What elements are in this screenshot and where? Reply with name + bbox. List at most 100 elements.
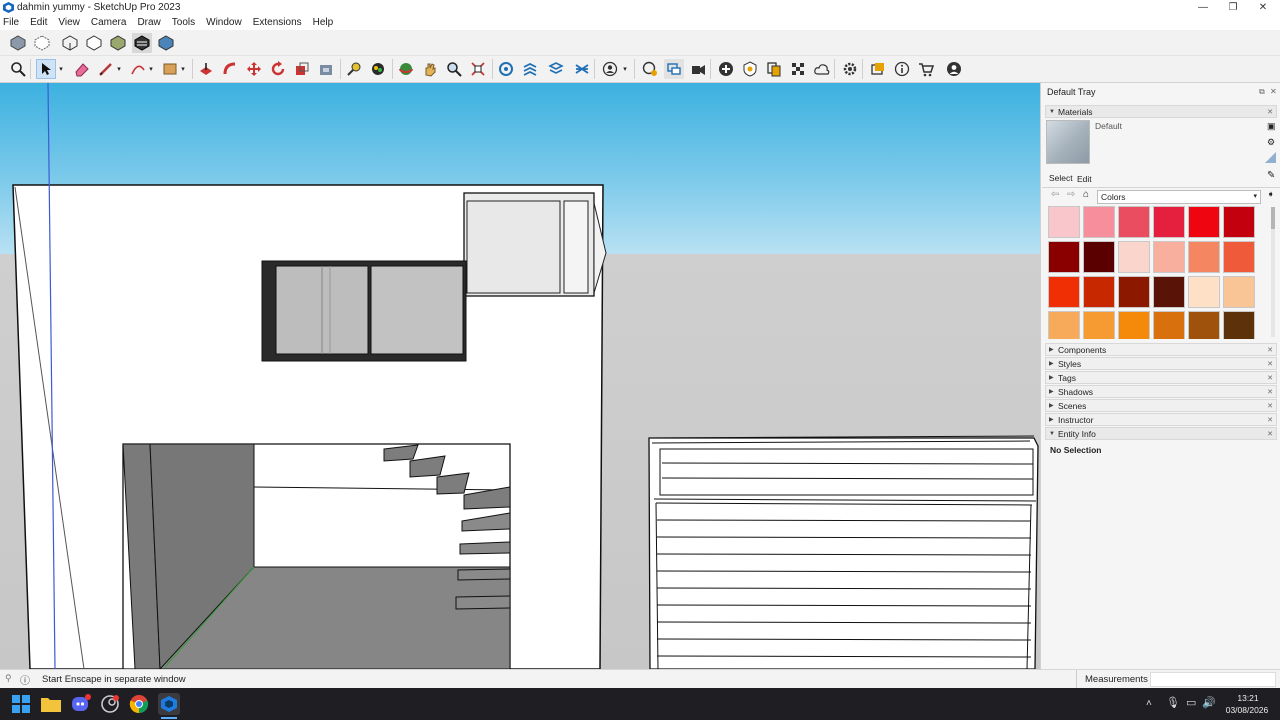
account-icon[interactable] — [600, 59, 620, 79]
back-arrow-icon[interactable]: ⇦ — [1051, 189, 1059, 200]
material-swatch[interactable] — [1118, 241, 1150, 273]
close-icon[interactable]: ✕ — [1267, 402, 1273, 410]
material-swatch[interactable] — [1048, 206, 1080, 238]
measurements-input[interactable] — [1150, 672, 1276, 687]
cloud-upload-icon[interactable] — [812, 59, 832, 79]
steam-icon[interactable] — [99, 693, 121, 715]
material-swatch[interactable] — [1048, 311, 1080, 339]
material-swatch[interactable] — [1188, 206, 1220, 238]
menu-edit[interactable]: Edit — [30, 17, 47, 28]
material-swatch[interactable] — [1223, 311, 1255, 339]
close-button[interactable]: ✕ — [1248, 0, 1278, 15]
close-icon[interactable]: ✕ — [1267, 416, 1273, 424]
tape-measure-icon[interactable] — [344, 59, 364, 79]
material-editor-icon[interactable] — [764, 59, 784, 79]
chevron-down-icon[interactable]: ▾ — [146, 59, 156, 79]
video-editor-icon[interactable] — [688, 59, 708, 79]
chevron-down-icon[interactable]: ▾ — [114, 59, 124, 79]
material-swatch[interactable] — [1048, 241, 1080, 273]
chevron-down-icon[interactable]: ▾ — [178, 59, 188, 79]
clock-date[interactable]: 03/08/2026 — [1222, 705, 1272, 715]
material-swatch[interactable] — [1083, 241, 1115, 273]
shaded-textures-icon[interactable] — [132, 33, 152, 53]
sample-paint-icon[interactable] — [1265, 152, 1276, 163]
line-tool-icon[interactable] — [96, 59, 116, 79]
material-swatch[interactable] — [1153, 206, 1185, 238]
settings-gear-icon[interactable] — [840, 59, 860, 79]
material-swatch[interactable] — [1153, 311, 1185, 339]
sketchup-taskbar-icon[interactable] — [158, 693, 180, 715]
tags-section[interactable]: ▶ Tags ✕ — [1045, 371, 1277, 384]
wireframe-icon[interactable] — [60, 33, 80, 53]
info-circle-icon[interactable]: ⓘ — [20, 672, 30, 687]
close-icon[interactable]: ✕ — [1267, 374, 1273, 382]
material-swatch[interactable] — [1118, 311, 1150, 339]
styles-section[interactable]: ▶ Styles ✕ — [1045, 357, 1277, 370]
home-icon[interactable]: ⌂ — [1083, 189, 1089, 200]
volume-icon[interactable]: 🔊 — [1202, 696, 1216, 709]
menu-camera[interactable]: Camera — [91, 17, 127, 28]
material-swatch[interactable] — [1153, 241, 1185, 273]
hidden-line-icon[interactable] — [84, 33, 104, 53]
scale-tool-icon[interactable] — [292, 59, 312, 79]
microphone-icon[interactable]: 🎙 — [1166, 696, 1180, 709]
clock-time[interactable]: 13:21 — [1226, 693, 1270, 703]
maximize-button[interactable]: ❐ — [1218, 0, 1248, 15]
follow-me-icon[interactable] — [220, 59, 240, 79]
windows-start-icon[interactable] — [10, 693, 32, 715]
tab-edit[interactable]: Edit — [1077, 174, 1092, 184]
orbit-icon[interactable] — [396, 59, 416, 79]
material-swatch[interactable] — [1048, 276, 1080, 308]
eyedropper-icon[interactable]: ✎ — [1267, 170, 1275, 181]
create-material-icon[interactable]: ▣ — [1267, 121, 1276, 132]
enscape-capture-icon[interactable] — [572, 59, 592, 79]
shadows-section[interactable]: ▶ Shadows ✕ — [1045, 385, 1277, 398]
file-explorer-icon[interactable] — [40, 693, 62, 715]
rotate-tool-icon[interactable] — [268, 59, 288, 79]
grid-pattern-icon[interactable] — [788, 59, 808, 79]
material-swatch[interactable] — [1188, 311, 1220, 339]
material-swatch[interactable] — [1223, 206, 1255, 238]
menu-help[interactable]: Help — [313, 17, 334, 28]
rectangle-tool-icon[interactable] — [160, 59, 180, 79]
pan-icon[interactable] — [420, 59, 440, 79]
tab-select[interactable]: Select — [1049, 173, 1073, 183]
menu-window[interactable]: Window — [206, 17, 242, 28]
add-icon[interactable] — [716, 59, 736, 79]
xray-icon[interactable] — [8, 33, 28, 53]
material-swatch[interactable] — [1188, 276, 1220, 308]
minimize-button[interactable]: — — [1188, 0, 1218, 15]
material-swatch[interactable] — [1118, 276, 1150, 308]
move-tool-icon[interactable] — [244, 59, 264, 79]
material-options-icon[interactable]: ⚙ — [1267, 137, 1275, 148]
search-icon[interactable] — [8, 59, 28, 79]
chevron-down-icon[interactable]: ▾ — [620, 59, 630, 79]
pin-icon[interactable]: ⧉ — [1259, 87, 1265, 97]
close-tray-icon[interactable]: ✕ — [1270, 87, 1277, 96]
hidden-icons-chevron-icon[interactable]: ˄ — [1146, 698, 1152, 709]
material-swatch[interactable] — [1153, 276, 1185, 308]
battery-icon[interactable]: ▭ — [1186, 696, 1196, 709]
material-swatch[interactable] — [1083, 276, 1115, 308]
instructor-section[interactable]: ▶ Instructor ✕ — [1045, 413, 1277, 426]
eraser-icon[interactable] — [72, 59, 92, 79]
material-swatch[interactable] — [1118, 206, 1150, 238]
entity-info-section[interactable]: ▼ Entity Info ✕ — [1045, 427, 1277, 440]
push-pull-icon[interactable] — [196, 59, 216, 79]
material-swatch[interactable] — [1223, 241, 1255, 273]
materials-header[interactable]: ▼ Materials ✕ — [1045, 105, 1277, 118]
enscape-sync-icon[interactable] — [520, 59, 540, 79]
close-icon[interactable]: ✕ — [1267, 346, 1273, 354]
forward-arrow-icon[interactable]: ⇨ — [1067, 189, 1075, 200]
material-swatch[interactable] — [1188, 241, 1220, 273]
swatch-scrollbar[interactable] — [1271, 207, 1275, 337]
close-icon[interactable]: ✕ — [1267, 388, 1273, 396]
close-icon[interactable]: ✕ — [1267, 360, 1273, 368]
zoom-icon[interactable] — [444, 59, 464, 79]
back-edges-icon[interactable] — [32, 33, 52, 53]
info-icon[interactable] — [892, 59, 912, 79]
monochrome-icon[interactable] — [156, 33, 176, 53]
offset-tool-icon[interactable] — [316, 59, 336, 79]
enscape-start-icon[interactable] — [496, 59, 516, 79]
enscape-separate-window-icon[interactable] — [664, 59, 684, 79]
